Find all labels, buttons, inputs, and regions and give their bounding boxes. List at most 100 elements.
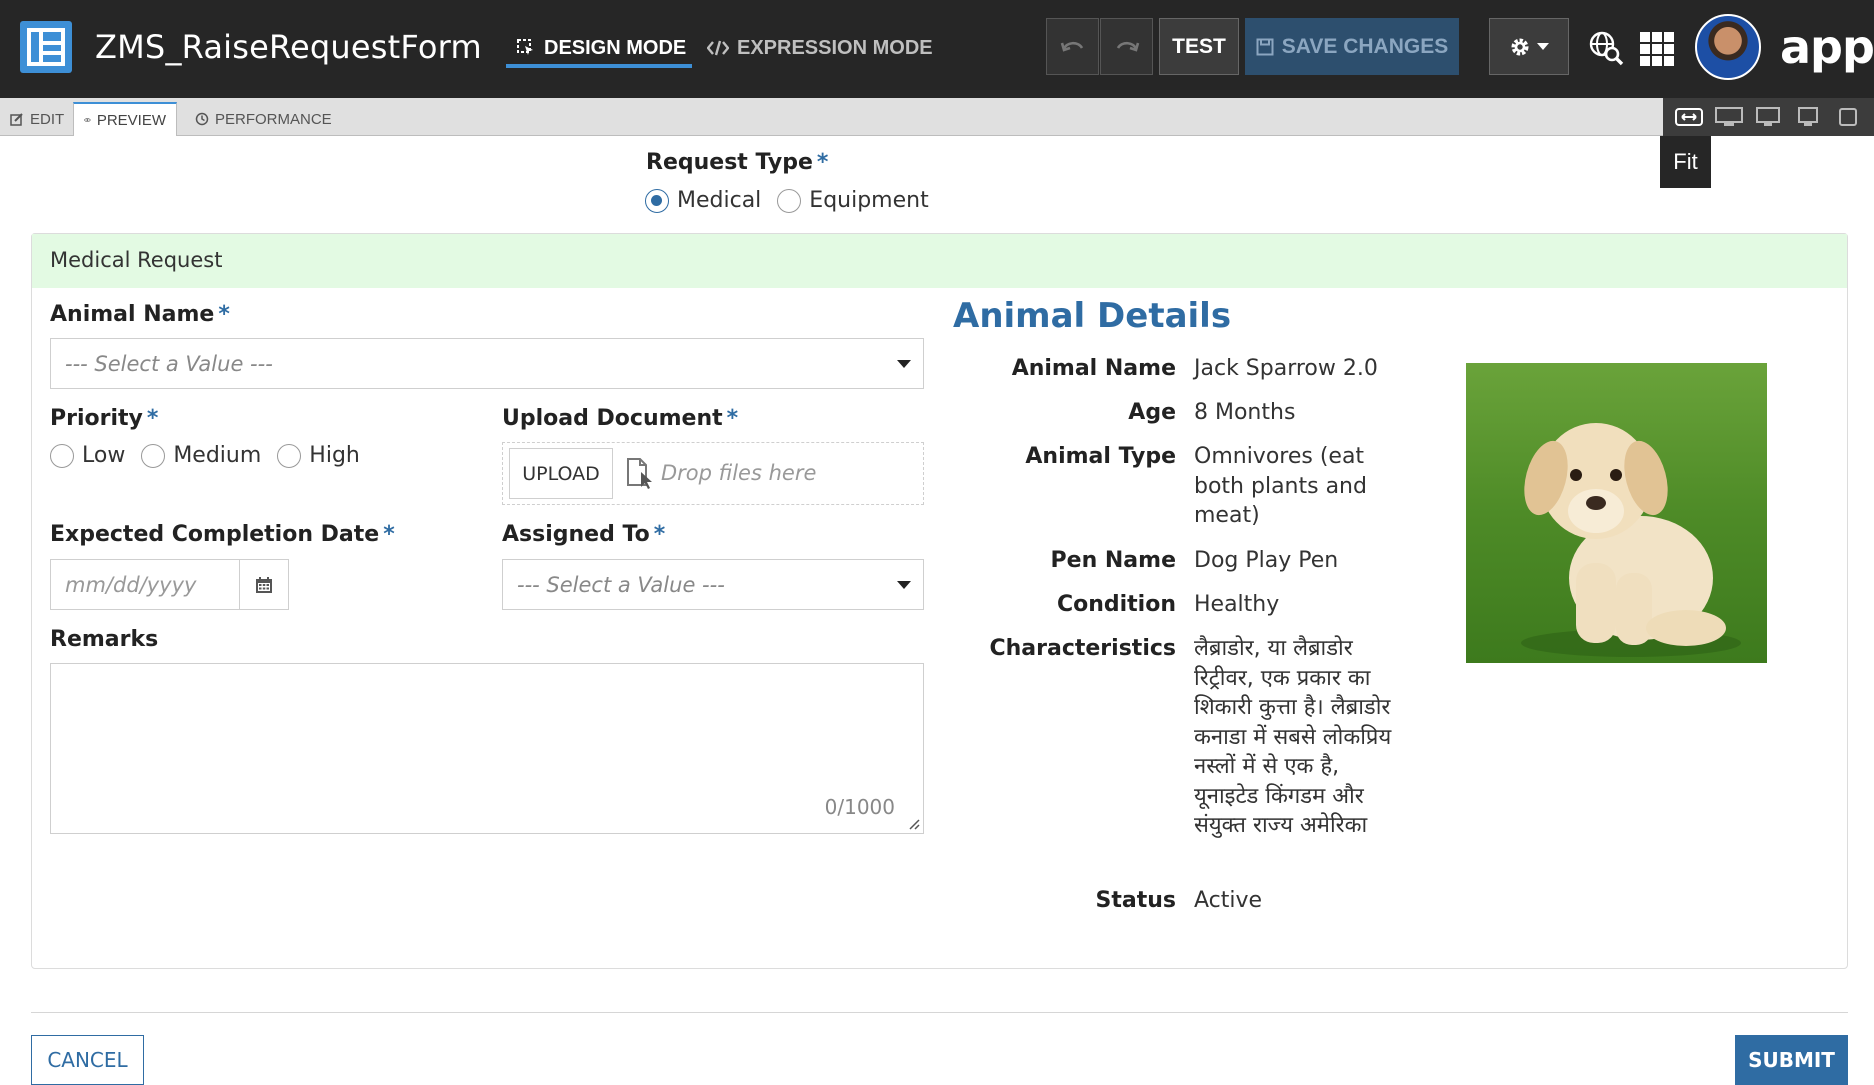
upload-dropzone[interactable]: UPLOAD Drop files here [502, 442, 924, 505]
tab-preview[interactable]: PREVIEW [73, 102, 177, 136]
clock-icon [195, 112, 209, 126]
animal-photo [1466, 363, 1767, 663]
animal-name-placeholder: --- Select a Value --- [65, 352, 273, 376]
redo-button[interactable] [1100, 18, 1153, 75]
assigned-to-placeholder: --- Select a Value --- [517, 573, 725, 597]
section-header: Medical Request [32, 234, 1847, 288]
upload-document-label-text: Upload Document [502, 406, 723, 431]
fit-tooltip: Fit [1660, 136, 1711, 188]
required-marker: * [726, 406, 739, 431]
app-logo-icon [20, 21, 72, 73]
undo-icon [1060, 41, 1083, 52]
design-mode-icon [517, 39, 533, 55]
save-changes-button[interactable]: SAVE CHANGES [1245, 18, 1459, 75]
phone-icon[interactable] [1834, 107, 1862, 127]
priority-label-text: Priority [50, 406, 143, 431]
caret-down-icon [897, 360, 911, 368]
radio-medium-label: Medium [173, 443, 262, 468]
detail-value-status: Active [1194, 888, 1263, 913]
radio-high[interactable]: High [277, 443, 360, 468]
undo-button[interactable] [1046, 18, 1099, 75]
design-mode-tab[interactable]: DESIGN MODE [516, 30, 686, 66]
redo-icon [1116, 41, 1139, 52]
tablet-icon[interactable] [1794, 107, 1822, 127]
device-preview-bar [1663, 98, 1874, 136]
animal-name-dropdown[interactable]: --- Select a Value --- [50, 338, 924, 389]
assigned-to-dropdown[interactable]: --- Select a Value --- [502, 559, 924, 610]
radio-medical-label: Medical [677, 188, 762, 213]
radio-equipment[interactable]: Equipment [777, 188, 929, 213]
tab-preview-label: PREVIEW [96, 111, 166, 129]
radio-low-label: Low [82, 443, 126, 468]
brand-logo: appia [1780, 20, 1874, 74]
detail-value-animal-type: Omnivores (eat both plants and meat) [1194, 444, 1367, 528]
desktop-icon[interactable] [1754, 107, 1782, 127]
detail-value-age: 8 Months [1194, 400, 1296, 425]
required-marker: * [383, 522, 395, 547]
detail-label-pen-name: Pen Name [1050, 548, 1176, 573]
radio-high-circle[interactable] [277, 443, 302, 468]
test-button[interactable]: TEST [1159, 18, 1239, 75]
priority-radio-group: Low Medium High [50, 443, 360, 468]
detail-label-characteristics: Characteristics [989, 636, 1176, 661]
tab-performance-label: PERFORMANCE [215, 110, 332, 128]
calendar-icon [256, 576, 272, 593]
tab-edit[interactable]: EDIT [0, 102, 74, 136]
gear-icon [1511, 38, 1529, 55]
radio-low[interactable]: Low [50, 443, 125, 468]
desktop-wide-icon[interactable] [1714, 107, 1743, 127]
request-type-label-text: Request Type [646, 150, 813, 175]
animal-name-label-text: Animal Name [50, 302, 215, 327]
radio-low-circle[interactable] [50, 443, 74, 468]
settings-menu-button[interactable] [1489, 18, 1569, 75]
cancel-button[interactable]: CANCEL [31, 1035, 144, 1085]
tab-edit-label: EDIT [30, 110, 65, 128]
char-counter: 0/1000 [824, 795, 895, 819]
radio-medium-circle[interactable] [141, 443, 166, 468]
view-toolbar: EDIT PREVIEW PERFORMANCE [0, 98, 1874, 136]
completion-date-label: Expected Completion Date * [50, 522, 395, 547]
radio-high-label: High [309, 443, 360, 468]
assigned-to-label: Assigned To * [502, 522, 665, 547]
priority-label: Priority * [50, 406, 158, 431]
design-mode-label: DESIGN MODE [544, 36, 687, 59]
completion-date-input[interactable]: mm/dd/yyyy [50, 559, 240, 610]
remarks-label: Remarks [50, 627, 159, 652]
search-globe-icon[interactable] [1588, 30, 1624, 66]
calendar-button[interactable] [239, 559, 289, 610]
drop-files-text: Drop files here [661, 461, 817, 485]
save-icon [1256, 38, 1274, 55]
detail-label-animal-name: Animal Name [1011, 356, 1176, 381]
fit-width-icon[interactable] [1674, 107, 1703, 127]
radio-medical-circle[interactable] [645, 188, 669, 213]
detail-value-pen-name: Dog Play Pen [1194, 548, 1339, 573]
request-type-label: Request Type * [646, 150, 828, 175]
expression-mode-tab[interactable]: EXPRESSION MODE [707, 30, 933, 66]
required-marker: * [218, 302, 230, 327]
radio-equipment-label: Equipment [809, 188, 929, 213]
radio-medical[interactable]: Medical [645, 188, 761, 213]
animal-name-label: Animal Name * [50, 302, 230, 327]
expression-mode-label: EXPRESSION MODE [737, 36, 933, 59]
apps-grid-icon[interactable] [1640, 32, 1674, 66]
resize-handle-icon[interactable] [908, 818, 920, 830]
active-mode-indicator [506, 64, 692, 68]
required-marker: * [816, 150, 829, 175]
code-icon [707, 40, 729, 56]
animal-details-title: Animal Details [953, 296, 1232, 336]
radio-medium[interactable]: Medium [141, 443, 261, 468]
request-type-radio-group: Medical Equipment [645, 188, 929, 213]
required-marker: * [653, 522, 666, 547]
submit-button[interactable]: SUBMIT [1735, 1035, 1848, 1085]
radio-equipment-circle[interactable] [777, 188, 802, 213]
remarks-textarea[interactable]: 0/1000 [50, 663, 924, 834]
caret-down-icon [897, 581, 911, 589]
footer-divider [31, 1012, 1848, 1013]
user-avatar[interactable] [1695, 14, 1761, 80]
detail-value-condition: Healthy [1194, 592, 1280, 617]
detail-label-age: Age [1128, 400, 1176, 425]
tab-performance[interactable]: PERFORMANCE [185, 102, 342, 136]
detail-label-animal-type: Animal Type [1025, 444, 1176, 469]
upload-button[interactable]: UPLOAD [509, 448, 613, 499]
assigned-to-label-text: Assigned To [502, 522, 650, 547]
